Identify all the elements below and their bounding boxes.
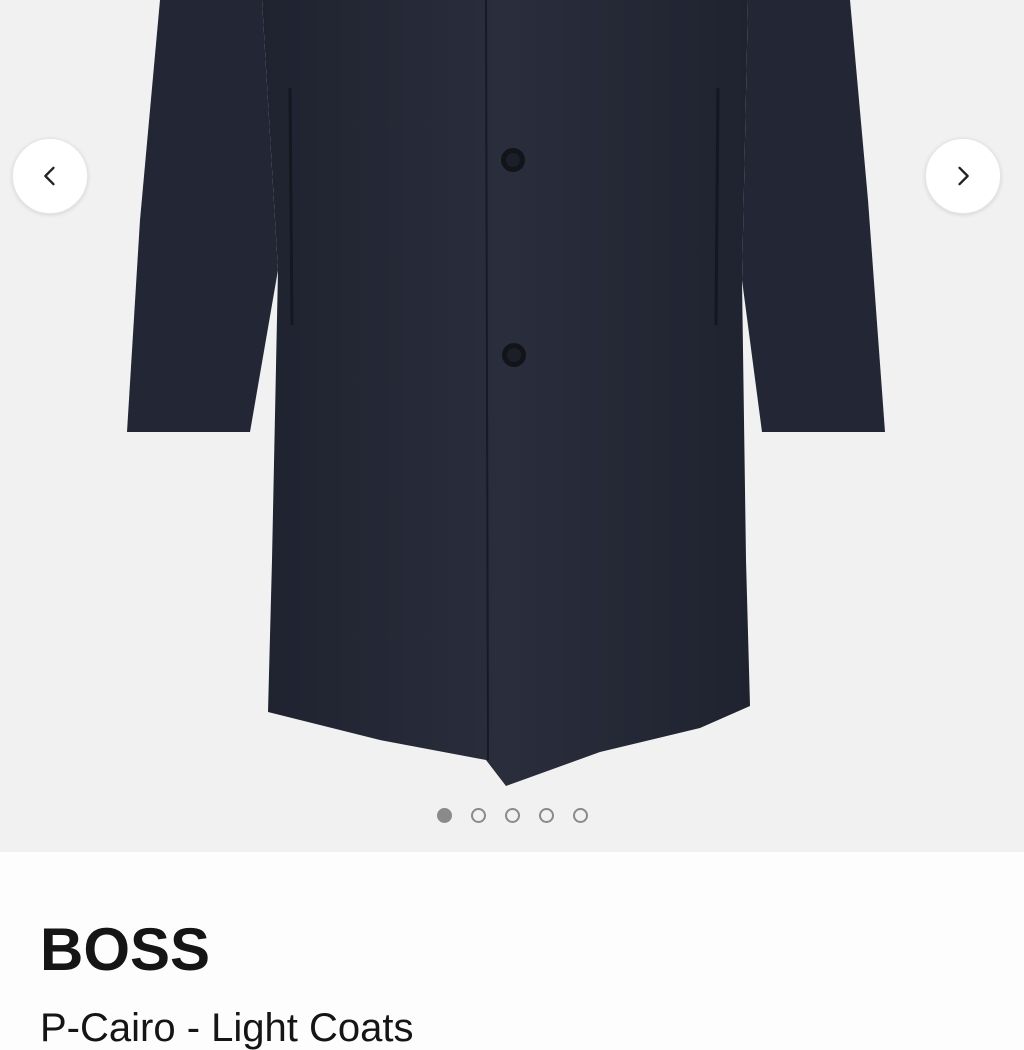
next-image-button[interactable] — [925, 138, 1001, 214]
product-name: P-Cairo - Light Coats — [40, 1006, 414, 1050]
pagination-dot-2[interactable] — [470, 808, 486, 823]
pagination-dot-1[interactable] — [436, 808, 452, 823]
chevron-right-icon — [958, 166, 969, 186]
product-info: BOSS P-Cairo - Light Coats — [0, 852, 1024, 1048]
chevron-left-icon — [44, 166, 55, 186]
pagination-dot-3[interactable] — [504, 808, 520, 823]
previous-image-button[interactable] — [12, 138, 88, 214]
product-image-gallery[interactable] — [0, 0, 1024, 852]
brand-name: BOSS — [40, 916, 211, 983]
pagination-dot-5[interactable] — [572, 808, 588, 823]
product-image — [127, 0, 885, 786]
pagination-dot-4[interactable] — [538, 808, 554, 823]
gallery-pagination — [0, 808, 1024, 823]
